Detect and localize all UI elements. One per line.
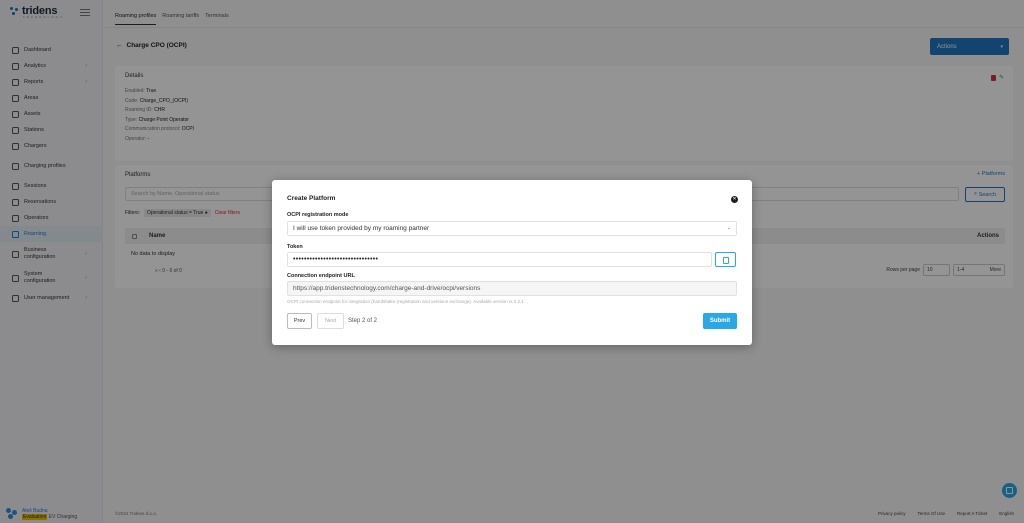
endpoint-url-field[interactable]: https://app.tridenstechnology.com/charge… bbox=[287, 281, 737, 296]
create-platform-modal: Create Platform ✕ OCPI registration mode… bbox=[272, 180, 752, 345]
step-indicator: Step 2 of 2 bbox=[348, 318, 378, 324]
registration-mode-value: I will use token provided by my roaming … bbox=[293, 225, 430, 232]
token-field[interactable]: ••••••••••••••••••••••••••••••• bbox=[287, 252, 712, 267]
registration-mode-select[interactable]: I will use token provided by my roaming … bbox=[287, 221, 737, 236]
endpoint-url-label: Connection endpoint URL bbox=[287, 273, 355, 279]
close-icon[interactable]: ✕ bbox=[731, 196, 738, 203]
modal-title: Create Platform bbox=[287, 195, 336, 202]
token-label: Token bbox=[287, 244, 303, 250]
registration-mode-label: OCPI registration mode bbox=[287, 212, 349, 218]
chevron-down-icon: ⌄ bbox=[726, 225, 731, 231]
endpoint-url-hint: OCPI connection endpoint for integration… bbox=[287, 299, 524, 304]
copy-icon[interactable] bbox=[715, 252, 736, 267]
next-button[interactable]: Next bbox=[317, 313, 344, 329]
prev-button[interactable]: Prev bbox=[287, 313, 312, 329]
submit-button[interactable]: Submit bbox=[703, 313, 737, 329]
